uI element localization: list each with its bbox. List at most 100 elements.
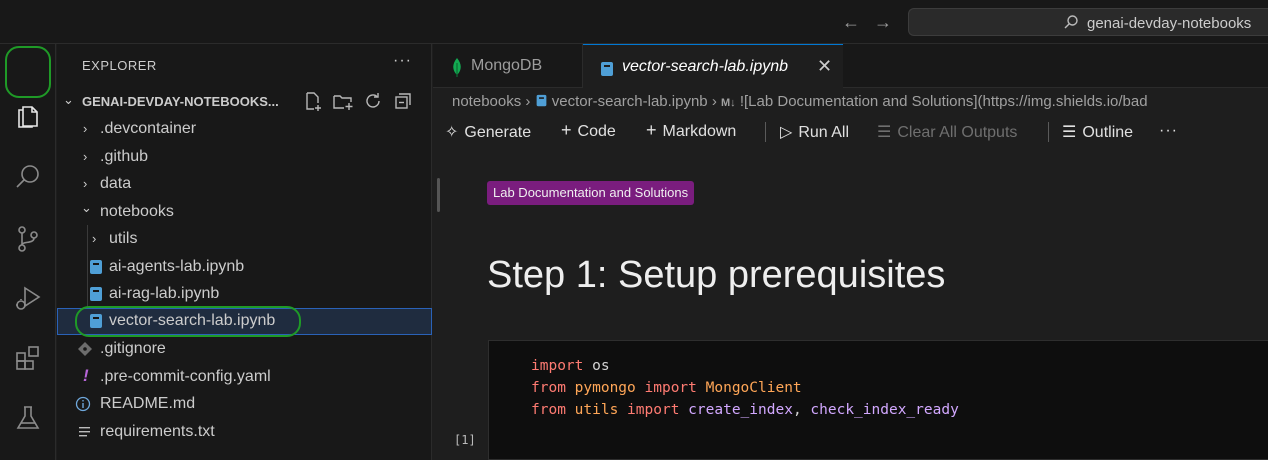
tree-item-label: .devcontainer	[100, 120, 197, 137]
tree-item-label: .gitignore	[100, 340, 166, 357]
explorer-highlight-ring	[5, 46, 51, 98]
notebook-icon	[90, 260, 102, 274]
tab-mongodb[interactable]: MongoDB	[433, 44, 583, 88]
tree-item-label: utils	[109, 230, 138, 247]
search-activity-button[interactable]	[10, 159, 46, 195]
tree-file-readme[interactable]: README.md	[57, 391, 432, 418]
tree-folder-github[interactable]: › .github	[57, 144, 432, 171]
tree-file-pre-commit-config[interactable]: ! .pre-commit-config.yaml	[57, 364, 432, 391]
tree-item-label: ai-rag-lab.ipynb	[109, 285, 220, 302]
new-file-icon[interactable]	[303, 91, 323, 111]
breadcrumb-file[interactable]: vector-search-lab.ipynb	[552, 93, 708, 110]
code-line-1: import os	[531, 358, 610, 374]
info-icon	[75, 396, 91, 412]
command-center-text: genai-devday-notebooks	[1087, 15, 1252, 32]
tree-folder-devcontainer[interactable]: › .devcontainer	[57, 116, 432, 143]
tree-folder-data[interactable]: › data	[57, 171, 432, 198]
workspace-root-row[interactable]: ⌄ GENAI-DEVDAY-NOTEBOOKS...	[57, 90, 432, 114]
execution-count: [1]	[454, 433, 476, 447]
refresh-icon[interactable]	[363, 91, 383, 111]
explorer-title: EXPLORER	[82, 58, 157, 73]
notebook-toolbar: ✧ Generate + Code + Markdown ▷ Run All ☰ Clea…	[433, 118, 1268, 146]
notebook-icon	[536, 94, 546, 107]
code-cell[interactable]: import os from pymongo import MongoClien…	[488, 340, 1268, 460]
close-icon[interactable]: ✕	[817, 56, 832, 77]
selected-file-highlight-ring	[75, 306, 301, 337]
generate-button[interactable]: ✧ Generate	[445, 122, 531, 142]
plus-icon: +	[646, 120, 657, 140]
git-icon	[78, 342, 92, 356]
explorer-more-icon[interactable]: ···	[393, 52, 412, 70]
toolbar-divider	[765, 122, 766, 142]
run-all-button[interactable]: ▷ Run All	[780, 122, 849, 142]
sparkle-icon: ✧	[445, 124, 459, 141]
chevron-right-icon: ›	[83, 176, 88, 191]
forward-arrow-icon[interactable]: →	[872, 11, 894, 33]
explorer-sidebar: EXPLORER ··· ⌄ GENAI-DEVDAY-NOTEBOOKS...…	[57, 44, 432, 460]
breadcrumb: notebooks › vector-search-lab.ipynb › M↓…	[452, 93, 1268, 113]
tree-item-label: requirements.txt	[100, 423, 215, 440]
editor-tabs: MongoDB vector-search-lab.ipynb ✕	[433, 44, 1268, 88]
yaml-icon: !	[83, 366, 89, 385]
add-code-cell-button[interactable]: + Code	[561, 120, 616, 141]
back-arrow-icon[interactable]: ←	[840, 11, 862, 33]
chevron-right-icon: ›	[92, 231, 97, 246]
text-file-icon	[79, 427, 90, 437]
notebook-icon	[601, 62, 613, 76]
outline-list-icon: ☰	[1062, 124, 1077, 141]
source-control-activity-button[interactable]	[10, 221, 46, 257]
breadcrumb-separator: ›	[525, 93, 535, 110]
run-debug-icon	[16, 286, 41, 310]
extensions-activity-button[interactable]	[10, 340, 46, 376]
tab-label: vector-search-lab.ipynb	[622, 58, 789, 75]
tab-label: MongoDB	[471, 57, 543, 74]
tree-file-requirements[interactable]: requirements.txt	[57, 419, 432, 446]
toolbar-more-icon[interactable]: ···	[1159, 122, 1178, 140]
tree-item-label: .pre-commit-config.yaml	[100, 368, 271, 385]
tree-item-label: notebooks	[100, 203, 174, 220]
chevron-down-icon: ⌄	[81, 200, 92, 215]
tree-file-gitignore[interactable]: .gitignore	[57, 336, 432, 363]
add-markdown-cell-button[interactable]: + Markdown	[646, 120, 736, 141]
breadcrumb-symbol[interactable]: ![Lab Documentation and Solutions](https…	[740, 93, 1148, 110]
tree-file-ai-agents-lab[interactable]: ai-agents-lab.ipynb	[57, 254, 432, 281]
breadcrumb-folder[interactable]: notebooks	[452, 93, 521, 110]
activity-bar	[0, 44, 56, 460]
collapse-all-icon[interactable]	[393, 91, 413, 111]
clear-all-icon: ☰	[877, 124, 892, 141]
workspace-root-label: GENAI-DEVDAY-NOTEBOOKS...	[82, 94, 279, 109]
extensions-icon	[16, 346, 39, 370]
code-line-3: from utils import create_index, check_in…	[531, 402, 959, 418]
files-icon	[18, 106, 38, 128]
new-folder-icon[interactable]	[333, 91, 353, 111]
explorer-activity-button[interactable]	[10, 97, 46, 133]
search-icon	[1064, 15, 1078, 29]
cell-focus-indicator	[437, 178, 440, 212]
code-line-2: from pymongo import MongoClient	[531, 380, 802, 396]
testing-activity-button[interactable]	[10, 400, 46, 436]
command-center-search[interactable]: genai-devday-notebooks	[908, 8, 1268, 36]
lab-documentation-badge[interactable]: Lab Documentation and Solutions	[487, 181, 695, 205]
title-bar: ← → genai-devday-notebooks	[0, 0, 1268, 44]
plus-icon: +	[561, 120, 572, 140]
explorer-actions	[303, 91, 413, 111]
chevron-down-icon: ⌄	[63, 92, 74, 107]
chevron-right-icon: ›	[83, 149, 88, 164]
tab-vector-search-lab[interactable]: vector-search-lab.ipynb ✕	[583, 44, 843, 88]
mongodb-leaf-icon	[453, 58, 461, 77]
markdown-heading: Step 1: Setup prerequisites	[487, 254, 946, 296]
tree-folder-utils[interactable]: › utils	[57, 226, 432, 253]
clear-all-outputs-button[interactable]: ☰ Clear All Outputs	[877, 122, 1017, 142]
tree-folder-notebooks[interactable]: ⌄ notebooks	[57, 199, 432, 226]
run-all-icon: ▷	[780, 124, 793, 141]
chevron-right-icon: ›	[83, 121, 88, 136]
source-control-icon	[18, 226, 38, 252]
outline-button[interactable]: ☰ Outline	[1062, 122, 1133, 142]
tree-item-label: data	[100, 175, 132, 192]
tree-file-ai-rag-lab[interactable]: ai-rag-lab.ipynb	[57, 281, 432, 308]
testing-flask-icon	[16, 406, 40, 429]
tree-item-label: .github	[100, 148, 149, 165]
notebook-icon	[90, 287, 102, 301]
run-debug-activity-button[interactable]	[10, 280, 46, 316]
breadcrumb-separator: ›	[711, 93, 721, 110]
